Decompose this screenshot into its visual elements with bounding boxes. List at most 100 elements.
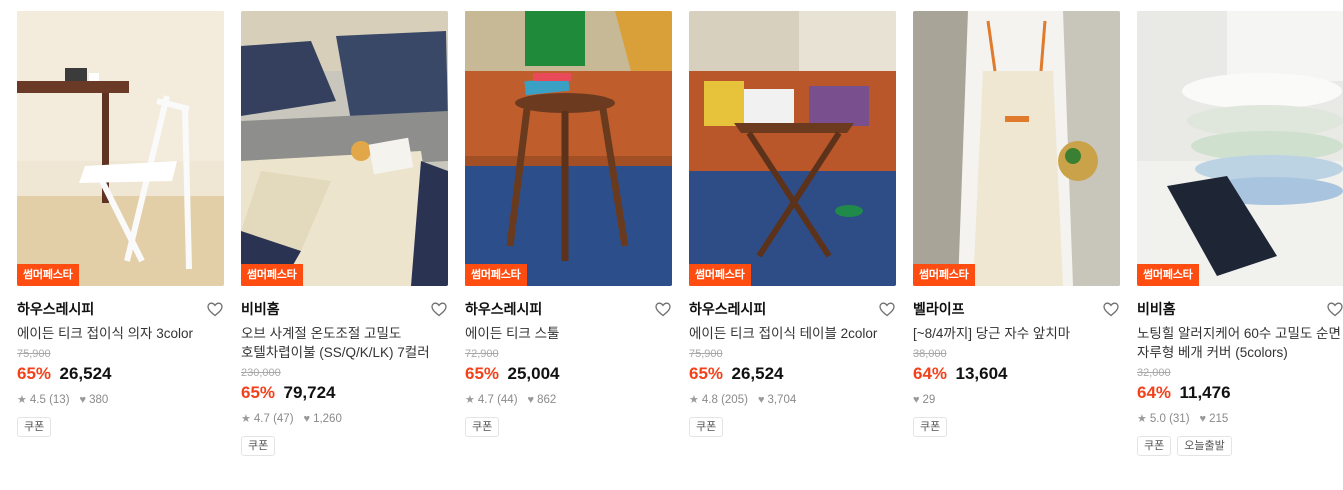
coupon-tag: 쿠폰 [1137, 436, 1172, 456]
review-stats: ★ 4.8 (205) ♥ 3,704 [689, 393, 896, 407]
brand-name[interactable]: 비비홈 [1137, 300, 1343, 318]
review-stats: ♥ 29 [913, 393, 1120, 407]
heart-icon: ♥ [757, 394, 765, 406]
promo-badge: 썸머페스타 [913, 264, 975, 286]
original-price: 38,000 [913, 348, 947, 360]
product-image[interactable]: 썸머페스타 [689, 11, 896, 286]
same-day-ship-tag: 오늘출발 [1177, 436, 1232, 456]
coupon-tag: 쿠폰 [465, 417, 500, 437]
teak-stool-image [465, 11, 672, 286]
wishlist-heart-icon[interactable] [654, 300, 672, 318]
coupon-tag: 쿠폰 [689, 417, 724, 437]
heart-icon: ♥ [527, 394, 535, 406]
promo-badge: 썸머페스타 [689, 264, 751, 286]
promo-badge: 썸머페스타 [17, 264, 79, 286]
coupon-tag: 쿠폰 [241, 436, 276, 456]
product-image[interactable]: 썸머페스타 [1137, 11, 1343, 286]
sale-price: 26,524 [731, 364, 784, 383]
product-card[interactable]: 썸머페스타 하우스레시피 에이든 티크 접이식 테이블 2color 75,90… [689, 11, 896, 437]
like-count: 29 [922, 394, 936, 406]
wishlist-heart-icon[interactable] [1326, 300, 1343, 318]
star-icon: ★ [689, 394, 699, 406]
review-stats: ★ 4.7 (47) ♥ 1,260 [241, 412, 448, 426]
heart-icon: ♥ [79, 394, 87, 406]
original-price: 75,900 [689, 348, 723, 360]
product-image[interactable]: 썸머페스타 [17, 11, 224, 286]
product-card[interactable]: 썸머페스타 하우스레시피 에이든 티크 접이식 의자 3color 75,900… [17, 11, 224, 437]
original-price: 72,900 [465, 348, 499, 360]
white-folding-chair-image [17, 11, 224, 286]
product-card[interactable]: 썸머페스타 비비홈 오브 사계절 온도조절 고밀도 호텔차렵이불 (SS/Q/K… [241, 11, 448, 456]
review-count: (31) [1169, 413, 1190, 425]
product-title[interactable]: 오브 사계절 온도조절 고밀도 호텔차렵이불 (SS/Q/K/LK) 7컬러 [241, 324, 448, 362]
review-count: (47) [273, 413, 294, 425]
product-title[interactable]: 에이든 티크 스툴 [465, 324, 672, 343]
brand-name[interactable]: 벨라이프 [913, 300, 1120, 318]
original-price: 75,900 [17, 348, 51, 360]
product-card[interactable]: 썸머페스타 하우스레시피 에이든 티크 스툴 72,900 65% 25,004… [465, 11, 672, 437]
like-count: 380 [89, 394, 109, 406]
wishlist-heart-icon[interactable] [430, 300, 448, 318]
heart-icon: ♥ [303, 413, 311, 425]
product-title[interactable]: 에이든 티크 접이식 의자 3color [17, 324, 224, 343]
heart-icon: ♥ [913, 394, 920, 406]
product-title[interactable]: 노팅힐 알러지케어 60수 고밀도 순면 자루형 베개 커버 (5colors) [1137, 324, 1343, 362]
like-count: 215 [1209, 413, 1229, 425]
brand-name[interactable]: 비비홈 [241, 300, 448, 318]
navy-cream-bedding-image [241, 11, 448, 286]
brand-name[interactable]: 하우스레시피 [465, 300, 672, 318]
rating-value: 5.0 [1149, 413, 1166, 425]
product-image[interactable]: 썸머페스타 [241, 11, 448, 286]
discount-rate: 65% [241, 383, 276, 402]
product-title[interactable]: 에이든 티크 접이식 테이블 2color [689, 324, 896, 343]
wishlist-heart-icon[interactable] [1102, 300, 1120, 318]
sale-price: 79,724 [283, 383, 336, 402]
promo-badge: 썸머페스타 [465, 264, 527, 286]
like-count: 3,704 [767, 394, 797, 406]
review-stats: ★ 4.7 (44) ♥ 862 [465, 393, 672, 407]
product-image[interactable]: 썸머페스타 [465, 11, 672, 286]
rating-value: 4.8 [701, 394, 718, 406]
sale-price: 25,004 [507, 364, 560, 383]
product-card[interactable]: 썸머페스타 비비홈 노팅힐 알러지케어 60수 고밀도 순면 자루형 베개 커버… [1137, 11, 1343, 456]
like-count: 862 [537, 394, 557, 406]
review-stats: ★ 4.5 (13) ♥ 380 [17, 393, 224, 407]
rating-value: 4.7 [253, 413, 270, 425]
review-count: (13) [49, 394, 70, 406]
wishlist-heart-icon[interactable] [206, 300, 224, 318]
original-price: 32,000 [1137, 367, 1171, 379]
discount-rate: 65% [689, 364, 724, 383]
original-price: 230,000 [241, 367, 281, 379]
promo-badge: 썸머페스타 [241, 264, 303, 286]
review-count: (44) [497, 394, 518, 406]
star-icon: ★ [1137, 413, 1147, 425]
sale-price: 11,476 [1179, 383, 1231, 402]
product-grid: 썸머페스타 하우스레시피 에이든 티크 접이식 의자 3color 75,900… [0, 0, 1343, 490]
rating-value: 4.7 [477, 394, 494, 406]
discount-rate: 65% [17, 364, 52, 383]
review-count: (205) [721, 394, 748, 406]
coupon-tag: 쿠폰 [913, 417, 948, 437]
sale-price: 13,604 [955, 364, 1008, 383]
rating-value: 4.5 [29, 394, 46, 406]
star-icon: ★ [17, 394, 27, 406]
review-stats: ★ 5.0 (31) ♥ 215 [1137, 412, 1343, 426]
discount-rate: 65% [465, 364, 500, 383]
discount-rate: 64% [1137, 383, 1172, 402]
product-card[interactable]: 썸머페스타 벨라이프 [~8/4까지] 당근 자수 앞치마 38,000 64%… [913, 11, 1120, 437]
pillow-covers-image [1137, 11, 1343, 286]
sale-price: 26,524 [59, 364, 112, 383]
brand-name[interactable]: 하우스레시피 [689, 300, 896, 318]
star-icon: ★ [241, 413, 251, 425]
heart-icon: ♥ [1199, 413, 1207, 425]
discount-rate: 64% [913, 364, 948, 383]
promo-badge: 썸머페스타 [1137, 264, 1199, 286]
folding-table-image [689, 11, 896, 286]
wishlist-heart-icon[interactable] [878, 300, 896, 318]
product-title[interactable]: [~8/4까지] 당근 자수 앞치마 [913, 324, 1120, 343]
brand-name[interactable]: 하우스레시피 [17, 300, 224, 318]
like-count: 1,260 [313, 413, 342, 425]
carrot-apron-image [913, 11, 1120, 286]
product-image[interactable]: 썸머페스타 [913, 11, 1120, 286]
coupon-tag: 쿠폰 [17, 417, 52, 437]
